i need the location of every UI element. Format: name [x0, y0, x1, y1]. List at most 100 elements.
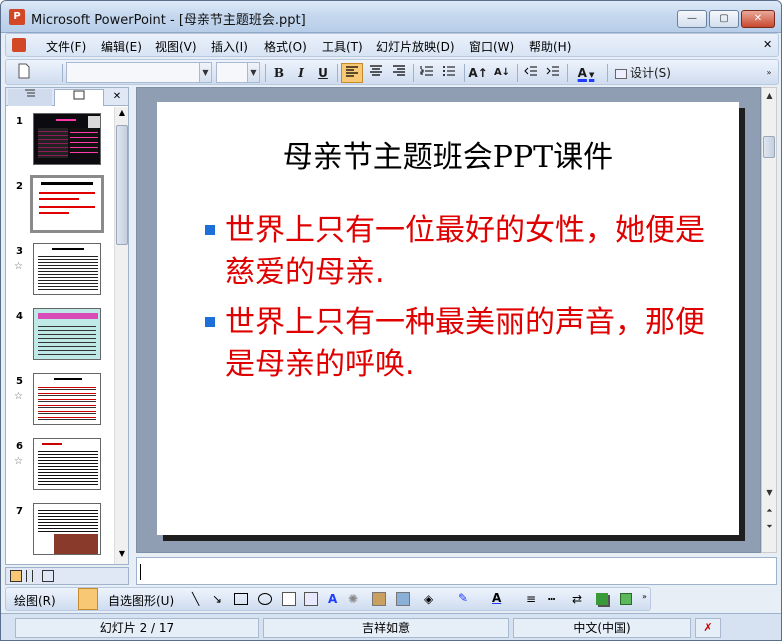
shadow-style-icon[interactable] — [596, 593, 608, 605]
font-color-icon[interactable]: A — [492, 591, 501, 605]
previous-slide-icon[interactable]: ⏶ — [763, 504, 776, 518]
font-name-combo[interactable]: ▼ — [66, 62, 212, 83]
bullets-button[interactable] — [439, 63, 459, 83]
scroll-down-icon[interactable]: ▼ — [763, 486, 776, 500]
powerpoint-app-icon[interactable]: P — [9, 9, 25, 25]
menu-tools[interactable]: 工具(T) — [322, 38, 363, 55]
grow-font-button[interactable]: A↑ — [467, 63, 489, 83]
arrow-style-icon[interactable]: ⇄ — [572, 592, 582, 606]
bullet-square-icon — [205, 317, 215, 327]
slide-thumbnail[interactable] — [33, 438, 101, 490]
font-size-combo[interactable]: ▼ — [216, 62, 260, 83]
slides-icon — [73, 90, 85, 100]
menu-file[interactable]: 文件(F) — [46, 38, 86, 55]
align-right-button[interactable] — [388, 63, 410, 83]
tab-slides[interactable] — [54, 89, 104, 106]
next-slide-icon[interactable]: ⏷ — [763, 520, 776, 534]
autoshapes-menu[interactable]: 自选图形(U) — [108, 592, 174, 609]
chevron-down-icon[interactable]: ▼ — [199, 63, 211, 82]
slide-title[interactable]: 母亲节主题班会PPT课件 — [157, 132, 739, 176]
numbering-button[interactable] — [417, 63, 437, 83]
select-pointer-icon[interactable] — [78, 588, 98, 610]
oval-tool-icon[interactable] — [258, 593, 272, 605]
toolbar-separator — [464, 64, 465, 82]
normal-view-icon[interactable] — [10, 570, 22, 582]
line-color-icon[interactable]: ✎ — [458, 591, 468, 605]
line-tool-icon[interactable]: ╲ — [192, 592, 199, 606]
slideshow-view-icon[interactable] — [42, 570, 54, 582]
align-center-button[interactable] — [365, 63, 387, 83]
slide-thumbnail-item[interactable]: 3 ☆ — [6, 243, 114, 307]
spelling-check-icon[interactable]: ✗ — [695, 618, 721, 638]
close-button[interactable]: ✕ — [741, 10, 775, 28]
slide-thumbnail-item[interactable]: 7 — [6, 503, 114, 564]
toolbar-overflow-icon[interactable]: » — [763, 63, 775, 83]
scroll-thumb[interactable] — [116, 125, 128, 245]
font-color-icon: A — [577, 66, 587, 80]
tab-outline[interactable] — [8, 89, 52, 106]
scroll-up-icon[interactable]: ▲ — [116, 108, 128, 122]
toolbar-separator — [517, 64, 518, 82]
slide-thumbnail-item[interactable]: 2 — [6, 175, 114, 242]
rectangle-tool-icon[interactable] — [234, 593, 248, 605]
slide-thumbnail[interactable] — [33, 373, 101, 425]
slide-thumbnail[interactable] — [33, 503, 101, 555]
minimize-button[interactable]: — — [677, 10, 707, 28]
slide-thumbnail-item[interactable]: 6 ☆ — [6, 438, 114, 502]
menu-close-icon[interactable]: ✕ — [763, 38, 772, 51]
slide-sorter-view-icon[interactable] — [26, 570, 38, 582]
underline-button[interactable]: U — [313, 63, 333, 83]
menu-view[interactable]: 视图(V) — [155, 38, 197, 55]
slide-thumbnail-item[interactable]: 1 — [6, 113, 114, 177]
close-icon: ✕ — [753, 13, 763, 24]
menu-doc-icon[interactable] — [12, 38, 26, 52]
menu-slideshow[interactable]: 幻灯片放映(D) — [376, 38, 455, 55]
font-color-button[interactable]: A ▼ — [571, 63, 601, 83]
arrow-tool-icon[interactable]: ↘ — [212, 592, 222, 606]
line-style-icon[interactable]: ≡ — [526, 592, 536, 606]
notes-pane[interactable] — [136, 557, 777, 585]
scroll-down-icon[interactable]: ▼ — [116, 549, 128, 563]
slides-pane-scrollbar[interactable]: ▲ ▼ — [114, 107, 128, 564]
menu-format[interactable]: 格式(O) — [264, 38, 307, 55]
dash-style-icon[interactable]: ┅ — [548, 592, 555, 606]
drawbar-overflow-icon[interactable]: » — [642, 592, 647, 601]
outline-icon — [25, 89, 35, 97]
design-button[interactable]: 设计(S) — [611, 63, 675, 83]
diagram-icon[interactable]: ✺ — [348, 592, 358, 606]
slide-thumbnail-item[interactable]: 5 ☆ — [6, 373, 114, 437]
slide-thumbnail-selected[interactable] — [30, 175, 104, 233]
pane-close-icon[interactable]: ✕ — [110, 89, 124, 106]
3d-style-icon[interactable] — [620, 593, 632, 605]
maximize-button[interactable]: ▢ — [709, 10, 739, 28]
shrink-font-button[interactable]: A↓ — [491, 63, 513, 83]
italic-button[interactable]: I — [291, 63, 311, 83]
scroll-thumb[interactable] — [763, 136, 775, 158]
current-slide[interactable]: 母亲节主题班会PPT课件 世界上只有一位最好的女性，她便是慈爱的母亲. 世界上只… — [157, 102, 739, 535]
chevron-down-icon[interactable]: ▼ — [247, 63, 259, 82]
menu-edit[interactable]: 编辑(E) — [101, 38, 142, 55]
wordart-icon[interactable]: A — [328, 592, 337, 606]
increase-indent-button[interactable] — [543, 63, 563, 83]
increase-indent-icon — [546, 66, 559, 76]
slide-thumbnail[interactable] — [33, 243, 101, 295]
menu-insert[interactable]: 插入(I) — [211, 38, 248, 55]
slide-thumbnail[interactable] — [33, 308, 101, 360]
menu-window[interactable]: 窗口(W) — [469, 38, 514, 55]
new-document-icon[interactable] — [14, 63, 34, 83]
menu-help[interactable]: 帮助(H) — [529, 38, 571, 55]
clipart-icon[interactable] — [372, 592, 386, 606]
decrease-indent-button[interactable] — [521, 63, 541, 83]
bullet-square-icon — [205, 225, 215, 235]
slide-thumbnail-item[interactable]: 4 — [6, 308, 114, 372]
fill-color-icon[interactable]: ◈ — [424, 592, 433, 606]
textbox-tool-icon[interactable] — [282, 592, 296, 606]
draw-menu[interactable]: 绘图(R) — [14, 592, 56, 609]
bold-button[interactable]: B — [269, 63, 289, 83]
vertical-textbox-icon[interactable] — [304, 592, 318, 606]
editor-scrollbar[interactable]: ▲ ▼ ⏶ ⏷ — [761, 87, 777, 553]
scroll-up-icon[interactable]: ▲ — [763, 89, 776, 103]
picture-icon[interactable] — [396, 592, 410, 606]
align-left-button[interactable] — [341, 63, 363, 83]
slide-thumbnail[interactable] — [33, 113, 101, 165]
